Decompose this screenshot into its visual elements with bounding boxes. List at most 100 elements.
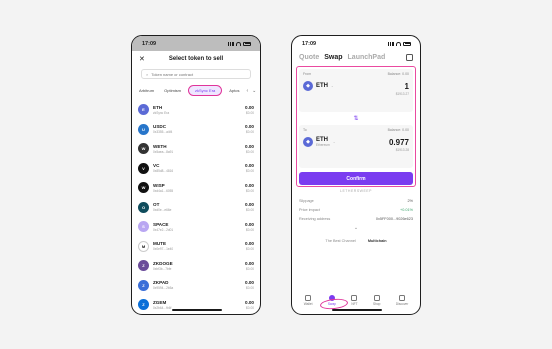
detail-receiving-address: Receiving address 0x5FF000...9026e623 (299, 216, 413, 221)
token-symbol: WISP (153, 182, 165, 188)
swap-tabs: Quote Swap LaunchPad (292, 51, 420, 64)
token-usd: $0.00 (246, 169, 254, 174)
select-header: ✕ Select token to sell (132, 51, 260, 67)
chain-tab-optimism[interactable]: Optimism (161, 87, 184, 95)
chain-tab-zksync[interactable]: zkSync Era (188, 85, 223, 96)
status-time: 17:09 (142, 40, 157, 47)
token-symbol: ZGEM (153, 299, 167, 305)
token-row[interactable]: E ETH zkSync Era 0.00 $0.00 (138, 100, 254, 120)
token-balance: 0.00 (245, 280, 254, 286)
home-indicator (332, 309, 382, 311)
chain-tab-arbitrum[interactable]: Arbitrum (136, 87, 157, 95)
select-token-screen: 17:09 ✕ Select token to sell ⌕ Arbitrum … (131, 35, 261, 315)
token-usd: $0.00 (246, 266, 254, 271)
token-balance: 0.00 (245, 299, 254, 305)
token-balance: 0.00 (245, 104, 254, 110)
status-time: 17:09 (302, 40, 317, 47)
search-box[interactable]: ⌕ (141, 69, 251, 79)
token-row[interactable]: Z ZGEM 0x2b64...fb6f 0.00 $0.00 (138, 295, 254, 314)
battery-icon (403, 41, 411, 46)
tab-quote[interactable]: Quote (299, 54, 319, 61)
home-indicator (172, 309, 222, 311)
token-usd: $0.00 (246, 286, 254, 291)
token-icon: W (138, 143, 149, 155)
nav-wallet[interactable]: Wallet (304, 295, 312, 306)
shop-icon (373, 295, 380, 301)
to-balance: Balance: 0.00 (387, 128, 409, 132)
chevron-left-icon[interactable]: ‹ (246, 88, 248, 94)
nav-swap[interactable]: Swap (328, 295, 336, 306)
token-row[interactable]: Z ZKPAD 0x9594...2b5a 0.00 $0.00 (138, 276, 254, 296)
chevron-down-icon: ⌄ (331, 84, 334, 88)
token-symbol: VC (153, 163, 160, 169)
from-token-selector[interactable]: ◆ ETH ⌄ (303, 81, 334, 91)
confirm-button[interactable]: Confirm (299, 172, 413, 185)
swap-icon (328, 295, 335, 301)
battery-icon (243, 41, 251, 46)
token-symbol: SPACE (153, 221, 169, 227)
token-row[interactable]: O OT 0xd0e...e66e 0.00 $0.00 (138, 198, 254, 218)
status-icons (228, 41, 251, 46)
nav-nft[interactable]: NFT (351, 295, 358, 306)
chevron-down-icon[interactable]: ⌄ (252, 88, 256, 94)
wifi-icon (236, 41, 241, 46)
swap-screen: 17:09 Quote Swap LaunchPad From Balance:… (291, 35, 421, 315)
token-row[interactable]: W WISP 0xd4a1...6055 0.00 $0.00 (138, 178, 254, 198)
chain-tab-aptos[interactable]: Aptos (226, 87, 242, 95)
bottom-nav: Wallet Swap NFT Shop Discover (292, 295, 420, 306)
token-row[interactable]: V VC 0x85d8...4816 0.00 $0.00 (138, 159, 254, 179)
from-label: From (303, 72, 312, 76)
token-balance: 0.00 (245, 202, 254, 208)
search-icon: ⌕ (146, 71, 149, 77)
to-usd-value: $1913.28 (395, 148, 409, 152)
token-symbol: MUTE (153, 241, 167, 247)
token-address: 0x47e2...2d01 (153, 227, 174, 232)
nav-shop[interactable]: Shop (373, 295, 380, 306)
token-address: 0xbf3b...7bfe (153, 266, 172, 271)
token-address: 0xd4a1...6055 (153, 188, 174, 193)
signal-icon (228, 41, 234, 46)
tab-launchpad[interactable]: LaunchPad (348, 54, 386, 61)
to-label: To (303, 128, 307, 132)
token-balance: 0.00 (245, 143, 254, 149)
token-usd: $0.00 (246, 188, 254, 193)
tab-swap[interactable]: Swap (324, 54, 342, 61)
from-amount-input[interactable]: 1 (405, 82, 409, 91)
compass-icon (399, 295, 406, 301)
token-row[interactable]: S SPACE 0x47e2...2d01 0.00 $0.00 (138, 217, 254, 237)
token-row[interactable]: W WETH 0x5aea...8a91 0.00 $0.00 (138, 139, 254, 159)
token-row[interactable]: U USDC 0x3355...a4f4 0.00 $0.00 (138, 120, 254, 140)
token-icon: O (138, 201, 149, 213)
token-icon: W (138, 182, 149, 194)
token-icon: V (138, 162, 149, 174)
token-row[interactable]: M MUTE 0x0e97...1e40 0.00 $0.00 (138, 237, 254, 257)
token-address: 0x9594...2b5a (153, 286, 174, 291)
wallet-icon (305, 295, 312, 301)
nav-discover[interactable]: Discover (396, 295, 408, 306)
nft-icon (351, 295, 358, 301)
page-title: Select token to sell (168, 56, 224, 62)
to-token-selector[interactable]: ◆ ETH Ethereum ⌄ (303, 137, 336, 147)
token-usd: $0.00 (246, 130, 254, 135)
status-icons (388, 41, 411, 46)
token-usd: $0.00 (246, 227, 254, 232)
token-balance: 0.00 (245, 260, 254, 266)
swap-details: Slippage 2% Price impact +0.01% Receivin… (292, 196, 420, 244)
token-symbol: ZKPAD (153, 280, 169, 286)
to-panel: To Balance: 0.00 ◆ ETH Ethereum ⌄ 0.977 … (299, 125, 413, 168)
swap-direction-icon[interactable]: ⇅ (299, 112, 413, 125)
eth-icon: ◆ (303, 137, 313, 147)
search-input[interactable] (151, 71, 242, 77)
token-address: 0x3355...a4f4 (153, 130, 173, 135)
chevron-down-icon[interactable]: ⌄ (299, 225, 413, 231)
history-icon[interactable] (406, 54, 413, 61)
swap-form: From Balance: 0.00 ◆ ETH ⌄ 1 $1913.27 ⇅ … (296, 66, 416, 187)
token-address: 0x85d8...4816 (153, 169, 174, 174)
chevron-down-icon: ⌄ (332, 140, 336, 144)
token-balance: 0.00 (245, 163, 254, 169)
token-balance: 0.00 (245, 124, 254, 130)
from-usd-value: $1913.27 (395, 92, 409, 96)
token-row[interactable]: Z ZKDOGE 0xbf3b...7bfe 0.00 $0.00 (138, 256, 254, 276)
token-address: 0x0e97...1e40 (153, 247, 174, 252)
close-icon[interactable]: ✕ (139, 55, 145, 63)
